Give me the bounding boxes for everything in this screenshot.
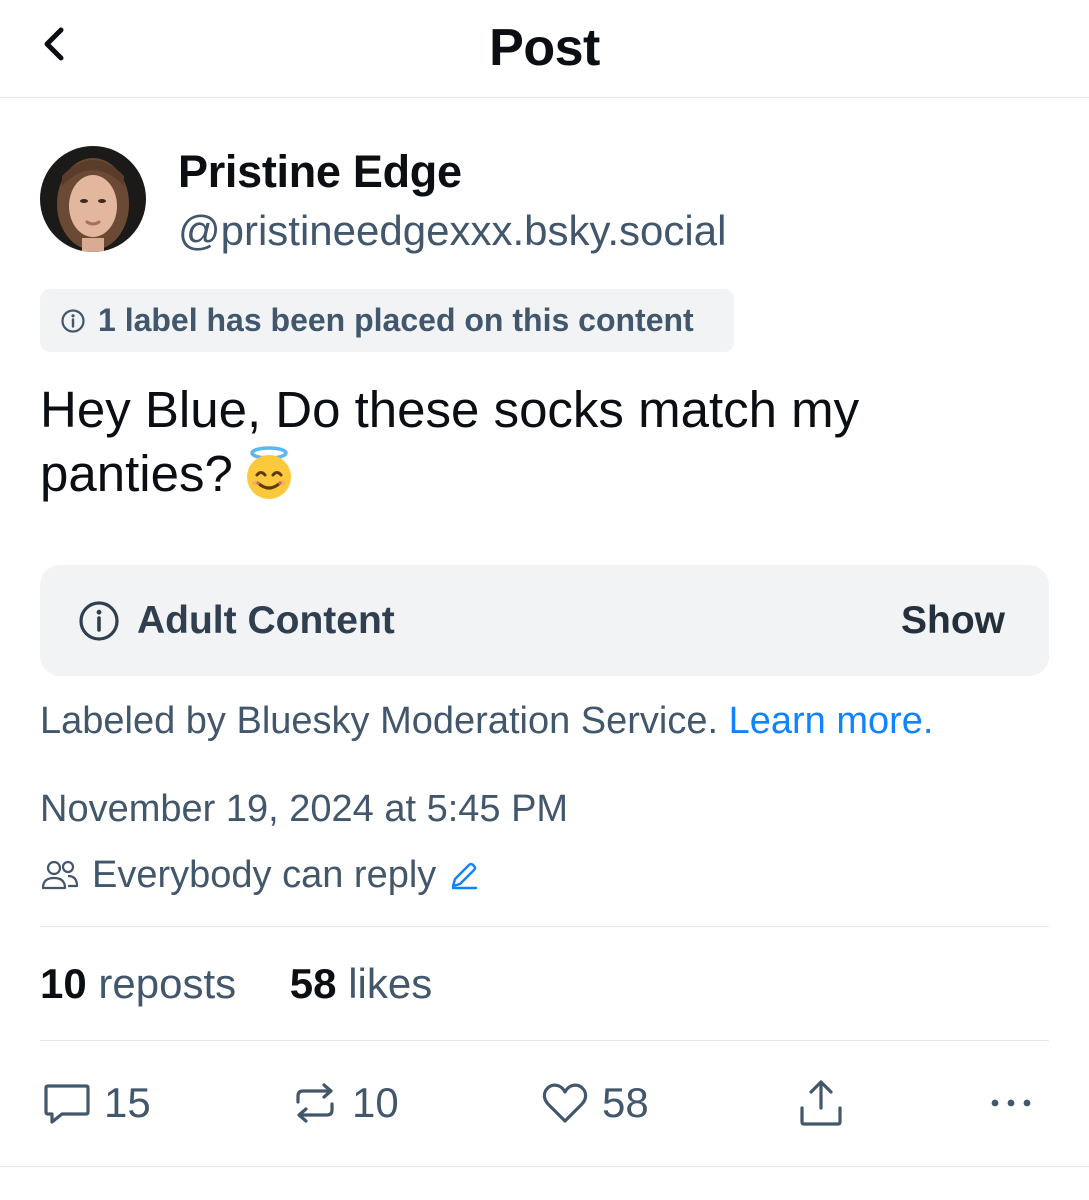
author-display-name[interactable]: Pristine Edge [178,146,462,198]
comment-icon [44,1084,90,1124]
divider [40,1040,1049,1041]
smiling-face-with-halo-icon [241,445,297,516]
content-warning[interactable]: Adult Content Show [40,565,1049,676]
label-notice[interactable]: 1 label has been placed on this content [40,289,734,352]
post-text-content: Hey Blue, Do these socks match my pantie… [40,381,860,502]
reply-button[interactable]: 15 [42,1078,151,1128]
repost-icon [296,1083,334,1123]
reposts-label: reposts [98,960,237,1007]
post-timestamp: November 19, 2024 at 5:45 PM [40,788,569,830]
share-icon [800,1080,842,1126]
more-icon [991,1099,1031,1107]
likes-stat[interactable]: 58 likes [290,960,432,1007]
label-notice-text: 1 label has been placed on this content [98,302,694,338]
info-icon [61,308,85,333]
divider [0,1166,1089,1167]
reply-setting-text: Everybody can reply [92,853,437,896]
page-title: Post [489,19,600,77]
show-content-button[interactable]: Show [901,599,1005,643]
avatar[interactable] [40,146,146,252]
content-warning-title: Adult Content [137,599,395,642]
info-icon [79,601,119,641]
repost-button[interactable]: 10 [290,1078,399,1128]
divider [40,926,1049,927]
like-count: 58 [602,1079,649,1126]
more-options-button[interactable] [986,1078,1036,1128]
heart-icon [542,1083,588,1123]
share-button[interactable] [796,1078,846,1128]
post-stats: 10 reposts 58 likes [40,960,432,1008]
repost-count: 10 [352,1079,399,1126]
reposts-count: 10 [40,960,87,1007]
top-bar: Post [0,0,1089,98]
pencil-icon[interactable] [448,859,480,891]
reply-setting[interactable]: Everybody can reply [40,852,480,898]
post-text: Hey Blue, Do these socks match my pantie… [40,378,1040,516]
like-button[interactable]: 58 [540,1078,649,1128]
likes-label: likes [348,960,433,1007]
people-icon [41,860,79,890]
reply-count: 15 [104,1079,151,1126]
reposts-stat[interactable]: 10 reposts [40,960,236,1007]
labeled-by-text: Labeled by Bluesky Moderation Service. [40,700,719,742]
author-handle[interactable]: @pristineedgexxx.bsky.social [178,207,726,255]
likes-count: 58 [289,960,337,1007]
learn-more-link[interactable]: Learn more. [729,700,934,742]
labeled-by: Labeled by Bluesky Moderation Service. L… [40,700,934,743]
